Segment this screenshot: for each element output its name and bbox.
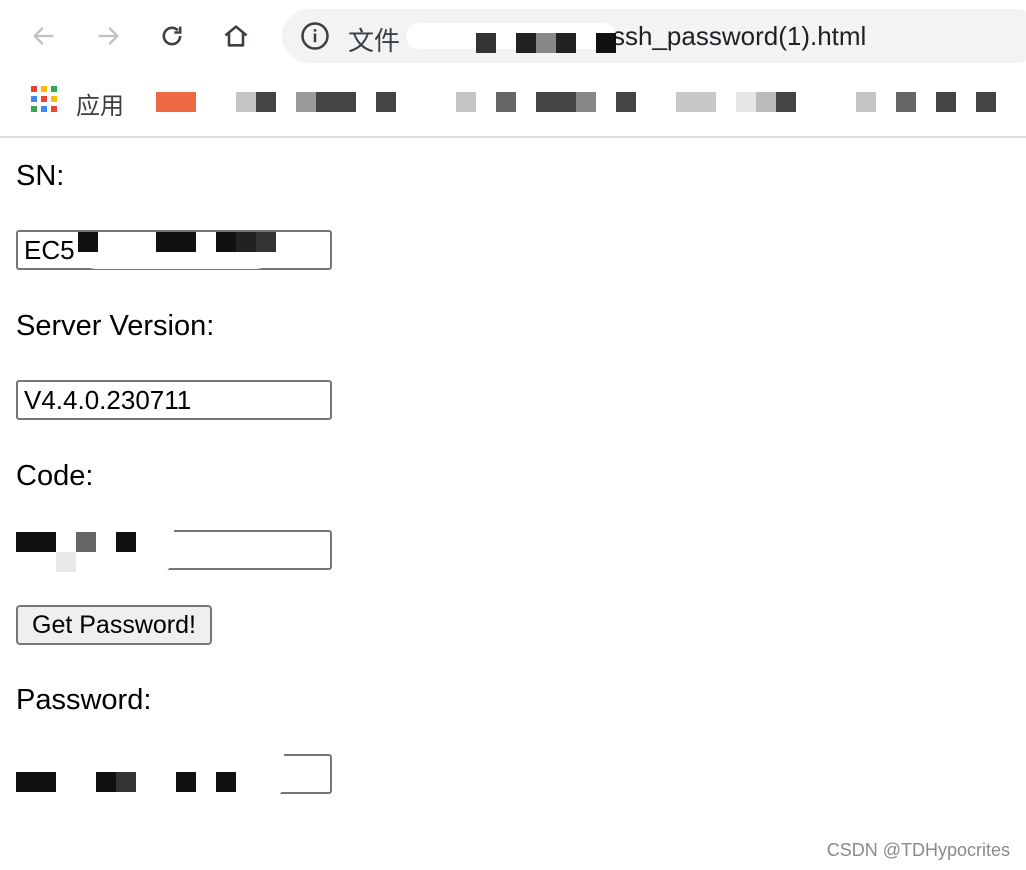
password-redaction	[16, 772, 56, 792]
bookmark-item[interactable]	[856, 92, 876, 112]
url-text: ssh_password(1).html	[612, 21, 867, 51]
url-redaction	[536, 33, 556, 53]
sn-redaction	[236, 232, 256, 252]
server-version-input[interactable]	[16, 380, 332, 420]
browser-toolbar: 文件 ssh_password(1).html	[0, 0, 1026, 72]
code-redaction	[16, 532, 56, 552]
apps-grid-icon[interactable]	[31, 86, 57, 112]
bookmark-item[interactable]	[776, 92, 796, 112]
forward-button[interactable]	[90, 18, 126, 54]
bookmark-item[interactable]	[236, 92, 256, 112]
bookmark-item[interactable]	[676, 92, 716, 112]
address-bar[interactable]: 文件 ssh_password(1).html	[282, 9, 1026, 63]
sn-redaction	[156, 232, 196, 252]
bookmark-item[interactable]	[616, 92, 636, 112]
url-redaction	[556, 33, 576, 53]
sn-redaction	[216, 232, 236, 252]
back-button[interactable]	[26, 18, 62, 54]
url-redaction	[476, 33, 496, 53]
watermark-text: CSDN @TDHypocrites	[826, 840, 1010, 860]
bookmark-item[interactable]	[736, 92, 756, 112]
password-redaction	[96, 772, 116, 792]
bookmark-item[interactable]	[896, 92, 916, 112]
server-version-label: Server Version:	[16, 310, 215, 342]
bookmark-item[interactable]	[376, 92, 396, 112]
url-scheme-label: 文件	[348, 27, 401, 57]
get-password-button[interactable]: Get Password!	[16, 605, 212, 645]
code-label: Code:	[16, 460, 94, 492]
arrow-right-icon	[98, 27, 119, 45]
code-redaction	[56, 552, 76, 572]
bookmark-item[interactable]	[756, 92, 776, 112]
home-icon	[224, 25, 248, 47]
password-label: Password:	[16, 684, 152, 716]
info-circle-icon[interactable]	[300, 21, 330, 51]
apps-shortcut-label[interactable]: 应用	[76, 86, 124, 121]
bookmark-item[interactable]	[456, 92, 476, 112]
sn-redaction	[78, 232, 98, 252]
password-redaction	[216, 772, 236, 792]
home-button[interactable]	[218, 18, 254, 54]
bookmark-item[interactable]	[296, 92, 316, 112]
sn-label: SN:	[16, 160, 65, 192]
url-redaction	[596, 33, 616, 53]
bookmark-item[interactable]	[316, 92, 356, 112]
bookmark-item[interactable]	[936, 92, 956, 112]
bookmark-item[interactable]	[536, 92, 576, 112]
url-redaction	[406, 23, 616, 49]
bookmark-item[interactable]	[156, 92, 196, 112]
code-redaction	[116, 532, 136, 552]
bookmark-item[interactable]	[576, 92, 596, 112]
bookmarks-bar: 应用	[0, 72, 1026, 138]
url-redaction	[516, 33, 536, 53]
password-redaction	[116, 772, 136, 792]
sn-redaction	[256, 232, 276, 252]
reload-button[interactable]	[154, 18, 190, 54]
reload-icon	[162, 26, 182, 46]
code-redaction	[76, 532, 96, 552]
arrow-left-icon	[33, 27, 54, 45]
bookmark-item[interactable]	[976, 92, 996, 112]
bookmark-item[interactable]	[256, 92, 276, 112]
password-redaction	[176, 772, 196, 792]
bookmark-item[interactable]	[496, 92, 516, 112]
